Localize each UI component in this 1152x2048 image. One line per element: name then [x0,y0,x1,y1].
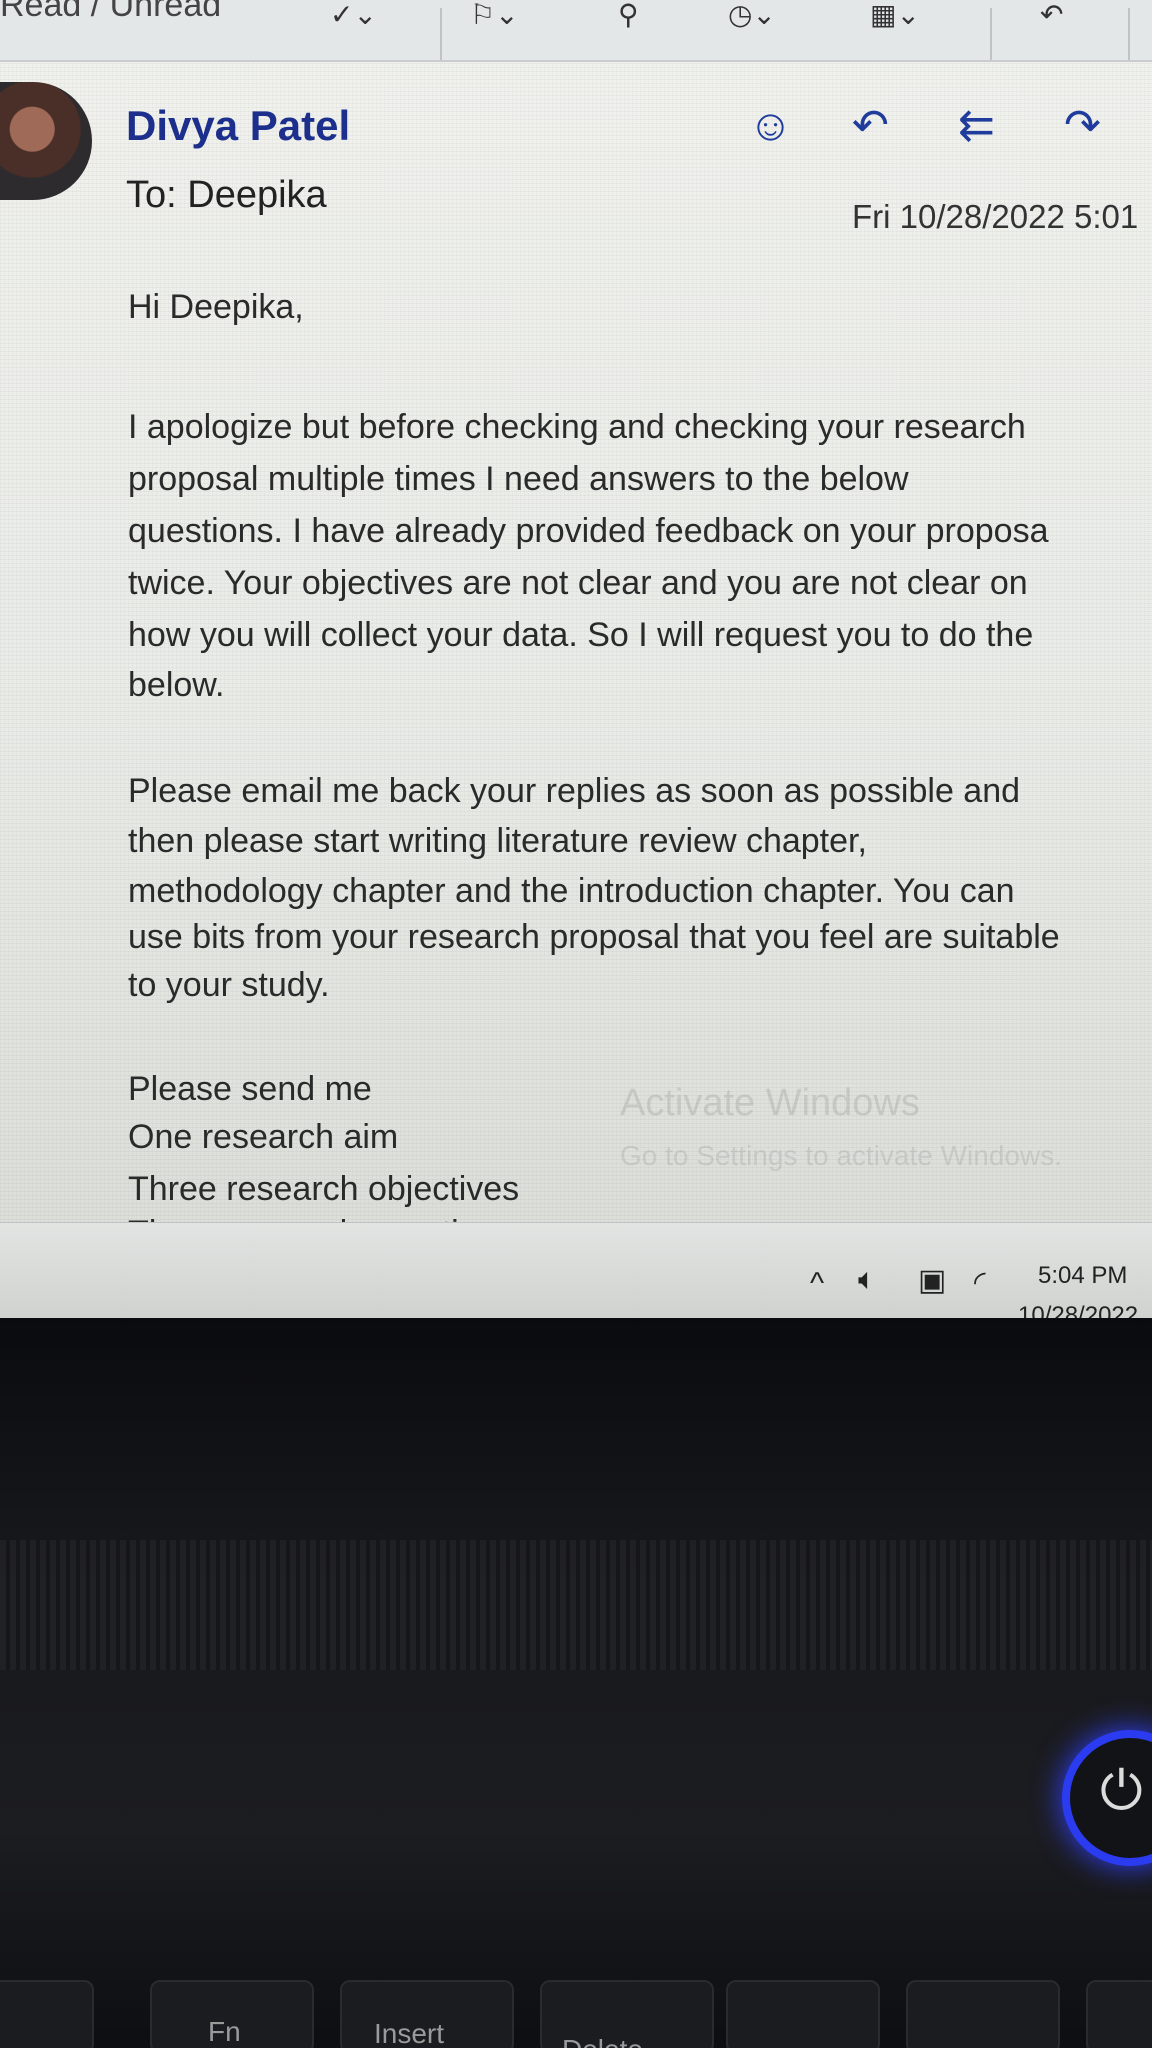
clock-icon[interactable]: ◷⌄ [728,0,776,34]
taskbar-clock-time[interactable]: 5:04 PM [1038,1262,1127,1290]
body-line: below. [128,666,225,704]
keyboard-key[interactable] [726,1980,880,2048]
body-line: I apologize but before checking and chec… [128,408,1026,446]
laptop-body [0,1318,1152,2048]
ribbon-divider [990,8,992,60]
reply-icon[interactable]: ↶ [852,104,889,148]
key-label: Fn [208,2016,241,2047]
body-line: then please start writing literature rev… [128,822,867,860]
ribbon-divider [440,8,442,60]
body-line: proposal multiple times I need answers t… [128,460,909,498]
body-line: to your study. [128,966,330,1004]
flag-icon[interactable]: ⚐⌄ [470,0,519,34]
key-label: Delete [562,2034,643,2048]
wifi-icon[interactable]: ◜ [974,1265,986,1300]
body-line: methodology chapter and the introduction… [128,872,1015,910]
read-unread-button[interactable]: Read / Unread [0,0,221,25]
check-icon[interactable]: ✓⌄ [330,0,377,34]
outlook-ribbon: Read / Unread ✓⌄ ⚐⌄ ⚲ ◷⌄ ▦⌄ ↶ [0,0,1152,62]
recipient-line: To: Deepika [126,174,327,217]
key-label: Insert [374,2018,445,2048]
body-line: use bits from your research proposal tha… [128,918,1060,956]
reply-all-icon[interactable]: ⇇ [958,104,995,148]
power-icon: ⏻ [1100,1761,1143,1821]
pin-icon[interactable]: ⚲ [618,0,639,34]
body-line: Please email me back your replies as soo… [128,772,1021,810]
email-date: Fri 10/28/2022 5:01 [852,198,1139,235]
avatar [0,82,92,200]
volume-icon[interactable]: 🔈︎ [858,1263,876,1297]
chevron-up-icon[interactable]: ^ [810,1267,824,1301]
greeting: Hi Deepika, [128,288,304,326]
body-line: twice. Your objectives are not clear and… [128,564,1028,602]
activate-windows-hint: Go to Settings to activate Windows. [620,1140,1062,1171]
keyboard-key[interactable] [1086,1980,1152,2048]
activate-windows-watermark: Activate Windows [620,1082,920,1124]
speaker-grille [0,1540,1152,1670]
forward-icon[interactable]: ↷ [1064,104,1101,148]
photo-frame: Read / Unread ✓⌄ ⚐⌄ ⚲ ◷⌄ ▦⌄ ↶ Divya Pate… [0,0,1152,2048]
categorize-icon[interactable]: ▦⌄ [870,0,920,34]
to-label: To: [126,174,177,216]
list-item: Three research objectives [128,1170,520,1208]
recipient-name[interactable]: Deepika [187,174,326,216]
body-line: questions. I have already provided feedb… [128,512,1049,550]
app-tray-icon[interactable]: ▣ [918,1263,946,1298]
body-line: how you will collect your data. So I wil… [128,616,1034,654]
laptop-screen: Read / Unread ✓⌄ ⚐⌄ ⚲ ◷⌄ ▦⌄ ↶ Divya Pate… [0,0,1152,1320]
undo-icon[interactable]: ↶ [1040,0,1063,34]
keyboard-key[interactable] [906,1980,1060,2048]
ribbon-divider [1128,8,1130,60]
keyboard-key[interactable] [0,1980,94,2048]
sender-name[interactable]: Divya Patel [126,102,350,150]
emoji-icon[interactable]: ☺ [748,104,793,148]
windows-taskbar: ^ 🔈︎ ▣ ◜ [0,1222,1152,1319]
